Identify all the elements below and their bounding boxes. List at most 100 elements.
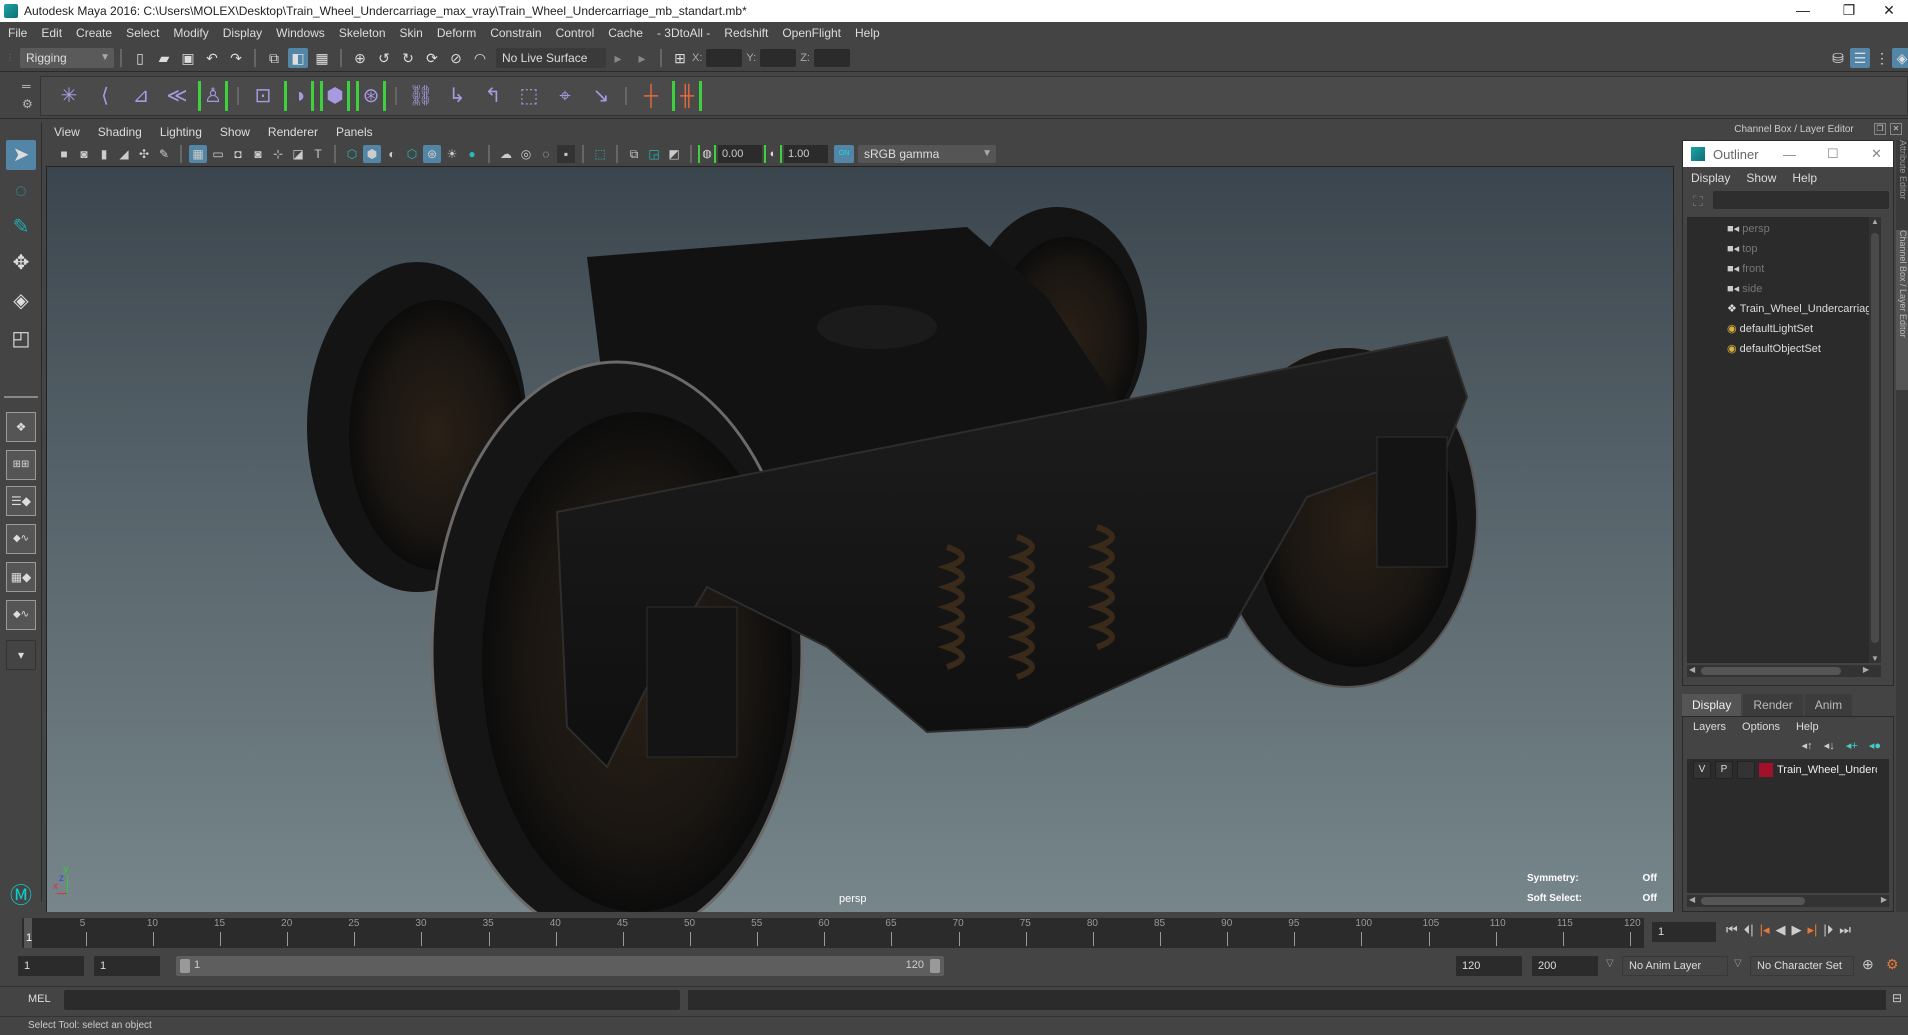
viewport-menu-lighting[interactable]: Lighting <box>160 125 202 139</box>
menuset-dropdown[interactable]: Rigging ▼ <box>20 47 114 68</box>
horizontal-scrollbar[interactable]: ◀ ▶ <box>1687 665 1881 677</box>
single-perspective-layout-icon[interactable]: ❖ <box>6 412 36 442</box>
snap-live-icon[interactable]: ⊘ <box>446 48 466 68</box>
shelf-settings-icon[interactable]: ⚙ <box>22 97 33 111</box>
redo-icon[interactable]: ↷ <box>226 48 246 68</box>
mirror-joint-icon[interactable]: ╫ <box>672 81 702 111</box>
scroll-up-icon[interactable]: ▲ <box>1869 217 1881 226</box>
more-layouts-icon[interactable]: ▾ <box>6 640 36 670</box>
menu-openflight[interactable]: OpenFlight <box>782 26 841 40</box>
outliner-search-field[interactable] <box>1713 191 1889 209</box>
scroll-down-icon[interactable]: ▼ <box>1869 654 1881 663</box>
channel-box-toggle-icon[interactable]: ◈ <box>1892 48 1908 68</box>
save-scene-icon[interactable]: ▣ <box>178 48 198 68</box>
outliner-item[interactable]: ■◂ side <box>1727 279 1762 299</box>
shelf-tabs-icon[interactable]: ═ <box>22 79 31 93</box>
viewport-menu-show[interactable]: Show <box>220 125 250 139</box>
insert-joint-icon[interactable]: ≪ <box>162 81 192 111</box>
drag-handle[interactable]: ⋮ <box>6 53 16 62</box>
outliner-item[interactable]: ■◂ persp <box>1727 219 1770 239</box>
layer-menu-options[interactable]: Options <box>1742 721 1780 733</box>
blend-shape-icon[interactable]: ⬢ <box>320 81 350 111</box>
menu-display[interactable]: Display <box>223 26 262 40</box>
menu-redshift[interactable]: Redshift <box>724 26 768 40</box>
xray-joints-icon[interactable]: ⧉ <box>625 145 643 163</box>
menu-constrain[interactable]: Constrain <box>490 26 541 40</box>
y-field[interactable] <box>760 48 797 67</box>
new-layer-selected-icon[interactable]: ◂● <box>1869 740 1881 752</box>
scale-tool-icon[interactable]: ◰ <box>6 324 36 354</box>
orient-constraint-icon[interactable]: ↰ <box>478 81 508 111</box>
animation-preferences-icon[interactable]: ⚙ <box>1886 956 1899 973</box>
new-scene-icon[interactable]: ▯ <box>130 48 150 68</box>
tab-render[interactable]: Render <box>1743 694 1803 716</box>
minimize-button[interactable]: — <box>1780 0 1826 22</box>
outliner-item[interactable]: ◉ defaultObjectSet <box>1727 339 1821 359</box>
go-to-start-icon[interactable]: ⏮ <box>1726 922 1738 938</box>
character-set-dropdown[interactable]: No Character Set <box>1750 956 1854 976</box>
scroll-thumb[interactable] <box>1701 667 1841 675</box>
menu-modify[interactable]: Modify <box>173 26 208 40</box>
timeline-track[interactable]: 1 5 10 15 20 25 30 35 40 45 50 55 60 65 70 75 80 85 90 95 1… <box>22 918 1644 948</box>
persp-outliner-layout-icon[interactable]: ☰◆ <box>6 486 36 516</box>
display-type-toggle[interactable] <box>1737 761 1755 779</box>
undo-icon[interactable]: ↶ <box>202 48 222 68</box>
select-camera-icon[interactable]: ■ <box>55 145 73 163</box>
layer-menu-layers[interactable]: Layers <box>1693 721 1726 733</box>
playback-start-field[interactable]: 1 <box>94 956 160 976</box>
select-hierarchy-icon[interactable]: ⧉ <box>264 48 284 68</box>
anti-aliasing-icon[interactable]: ◎ <box>517 145 535 163</box>
quick-rig-icon[interactable]: ♙ <box>198 81 228 111</box>
maya-home-icon[interactable]: Ⓜ <box>6 878 36 908</box>
outliner-item[interactable]: ❖ Train_Wheel_Undercarriag <box>1727 299 1871 319</box>
chevron-down-icon[interactable]: ▽ <box>1734 958 1742 969</box>
maximize-button[interactable]: ☐ <box>1827 146 1839 162</box>
new-layer-icon[interactable]: ◂+ <box>1846 740 1858 752</box>
go-to-end-icon[interactable]: ⏭ <box>1839 922 1851 938</box>
play-backwards-icon[interactable]: ◀ <box>1776 922 1786 938</box>
step-back-frame-icon[interactable]: ⏴| <box>1744 922 1754 938</box>
filter-icon[interactable]: ⛶ <box>1693 193 1703 210</box>
menu-windows[interactable]: Windows <box>276 26 325 40</box>
playback-end-field[interactable]: 120 <box>1456 956 1522 976</box>
range-slider[interactable]: 1 120 <box>176 956 944 976</box>
move-layer-down-icon[interactable]: ◂↓ <box>1824 740 1835 752</box>
visibility-toggle[interactable]: V <box>1693 761 1711 779</box>
scroll-left-icon[interactable]: ◀ <box>1689 665 1695 674</box>
menu-deform[interactable]: Deform <box>437 26 476 40</box>
layer-color-swatch[interactable] <box>1759 763 1773 777</box>
script-language-toggle[interactable]: MEL <box>28 993 51 1005</box>
aim-constraint-icon[interactable]: ⌖ <box>550 81 580 111</box>
expand-arrow-icon[interactable]: ▸ <box>632 48 652 68</box>
tool-settings-toggle-icon[interactable]: ⋮ <box>1872 48 1892 68</box>
step-forward-frame-icon[interactable]: |⏵ <box>1823 922 1833 938</box>
layer-row[interactable]: V P Train_Wheel_Undercar <box>1687 759 1889 781</box>
scale-constraint-icon[interactable]: ⬚ <box>514 81 544 111</box>
joint-tool-icon[interactable]: ✳ <box>54 81 84 111</box>
screen-space-ao-icon[interactable]: ● <box>463 145 481 163</box>
safe-title-icon[interactable]: T <box>309 145 327 163</box>
safe-action-icon[interactable]: ◪ <box>289 145 307 163</box>
xray-active-icon[interactable]: ◲ <box>645 145 663 163</box>
image-plane-icon[interactable]: ◢ <box>115 145 133 163</box>
use-all-lights-icon[interactable]: ⊛ <box>423 145 441 163</box>
persp-graph-layout-icon[interactable]: ◆∿ <box>6 524 36 554</box>
paint-select-tool-icon[interactable]: ✎ <box>6 212 36 242</box>
close-button[interactable]: ✕ <box>1871 146 1882 162</box>
animation-end-field[interactable]: 200 <box>1532 956 1598 976</box>
lasso-tool-icon[interactable]: ◌ <box>6 176 36 206</box>
play-forwards-icon[interactable]: ▶ <box>1792 922 1802 938</box>
film-gate-icon[interactable]: ▭ <box>209 145 227 163</box>
motion-blur-icon[interactable]: ☁ <box>497 145 515 163</box>
float-panel-icon[interactable]: ❐ <box>1874 123 1886 135</box>
xray-icon[interactable]: ⬚ <box>591 145 609 163</box>
modeling-toolkit-icon[interactable]: ⛁ <box>1828 48 1848 68</box>
outliner-item[interactable]: ■◂ front <box>1727 259 1764 279</box>
menu-help[interactable]: Help <box>855 26 880 40</box>
wireframe-on-shaded-icon[interactable]: ◐ <box>383 145 401 163</box>
resolution-gate-icon[interactable]: ◘ <box>229 145 247 163</box>
menu-select[interactable]: Select <box>126 26 159 40</box>
snap-view-plane-icon[interactable]: ⟳ <box>422 48 442 68</box>
playback-toggle[interactable]: P <box>1715 761 1733 779</box>
menu-file[interactable]: File <box>8 26 27 40</box>
